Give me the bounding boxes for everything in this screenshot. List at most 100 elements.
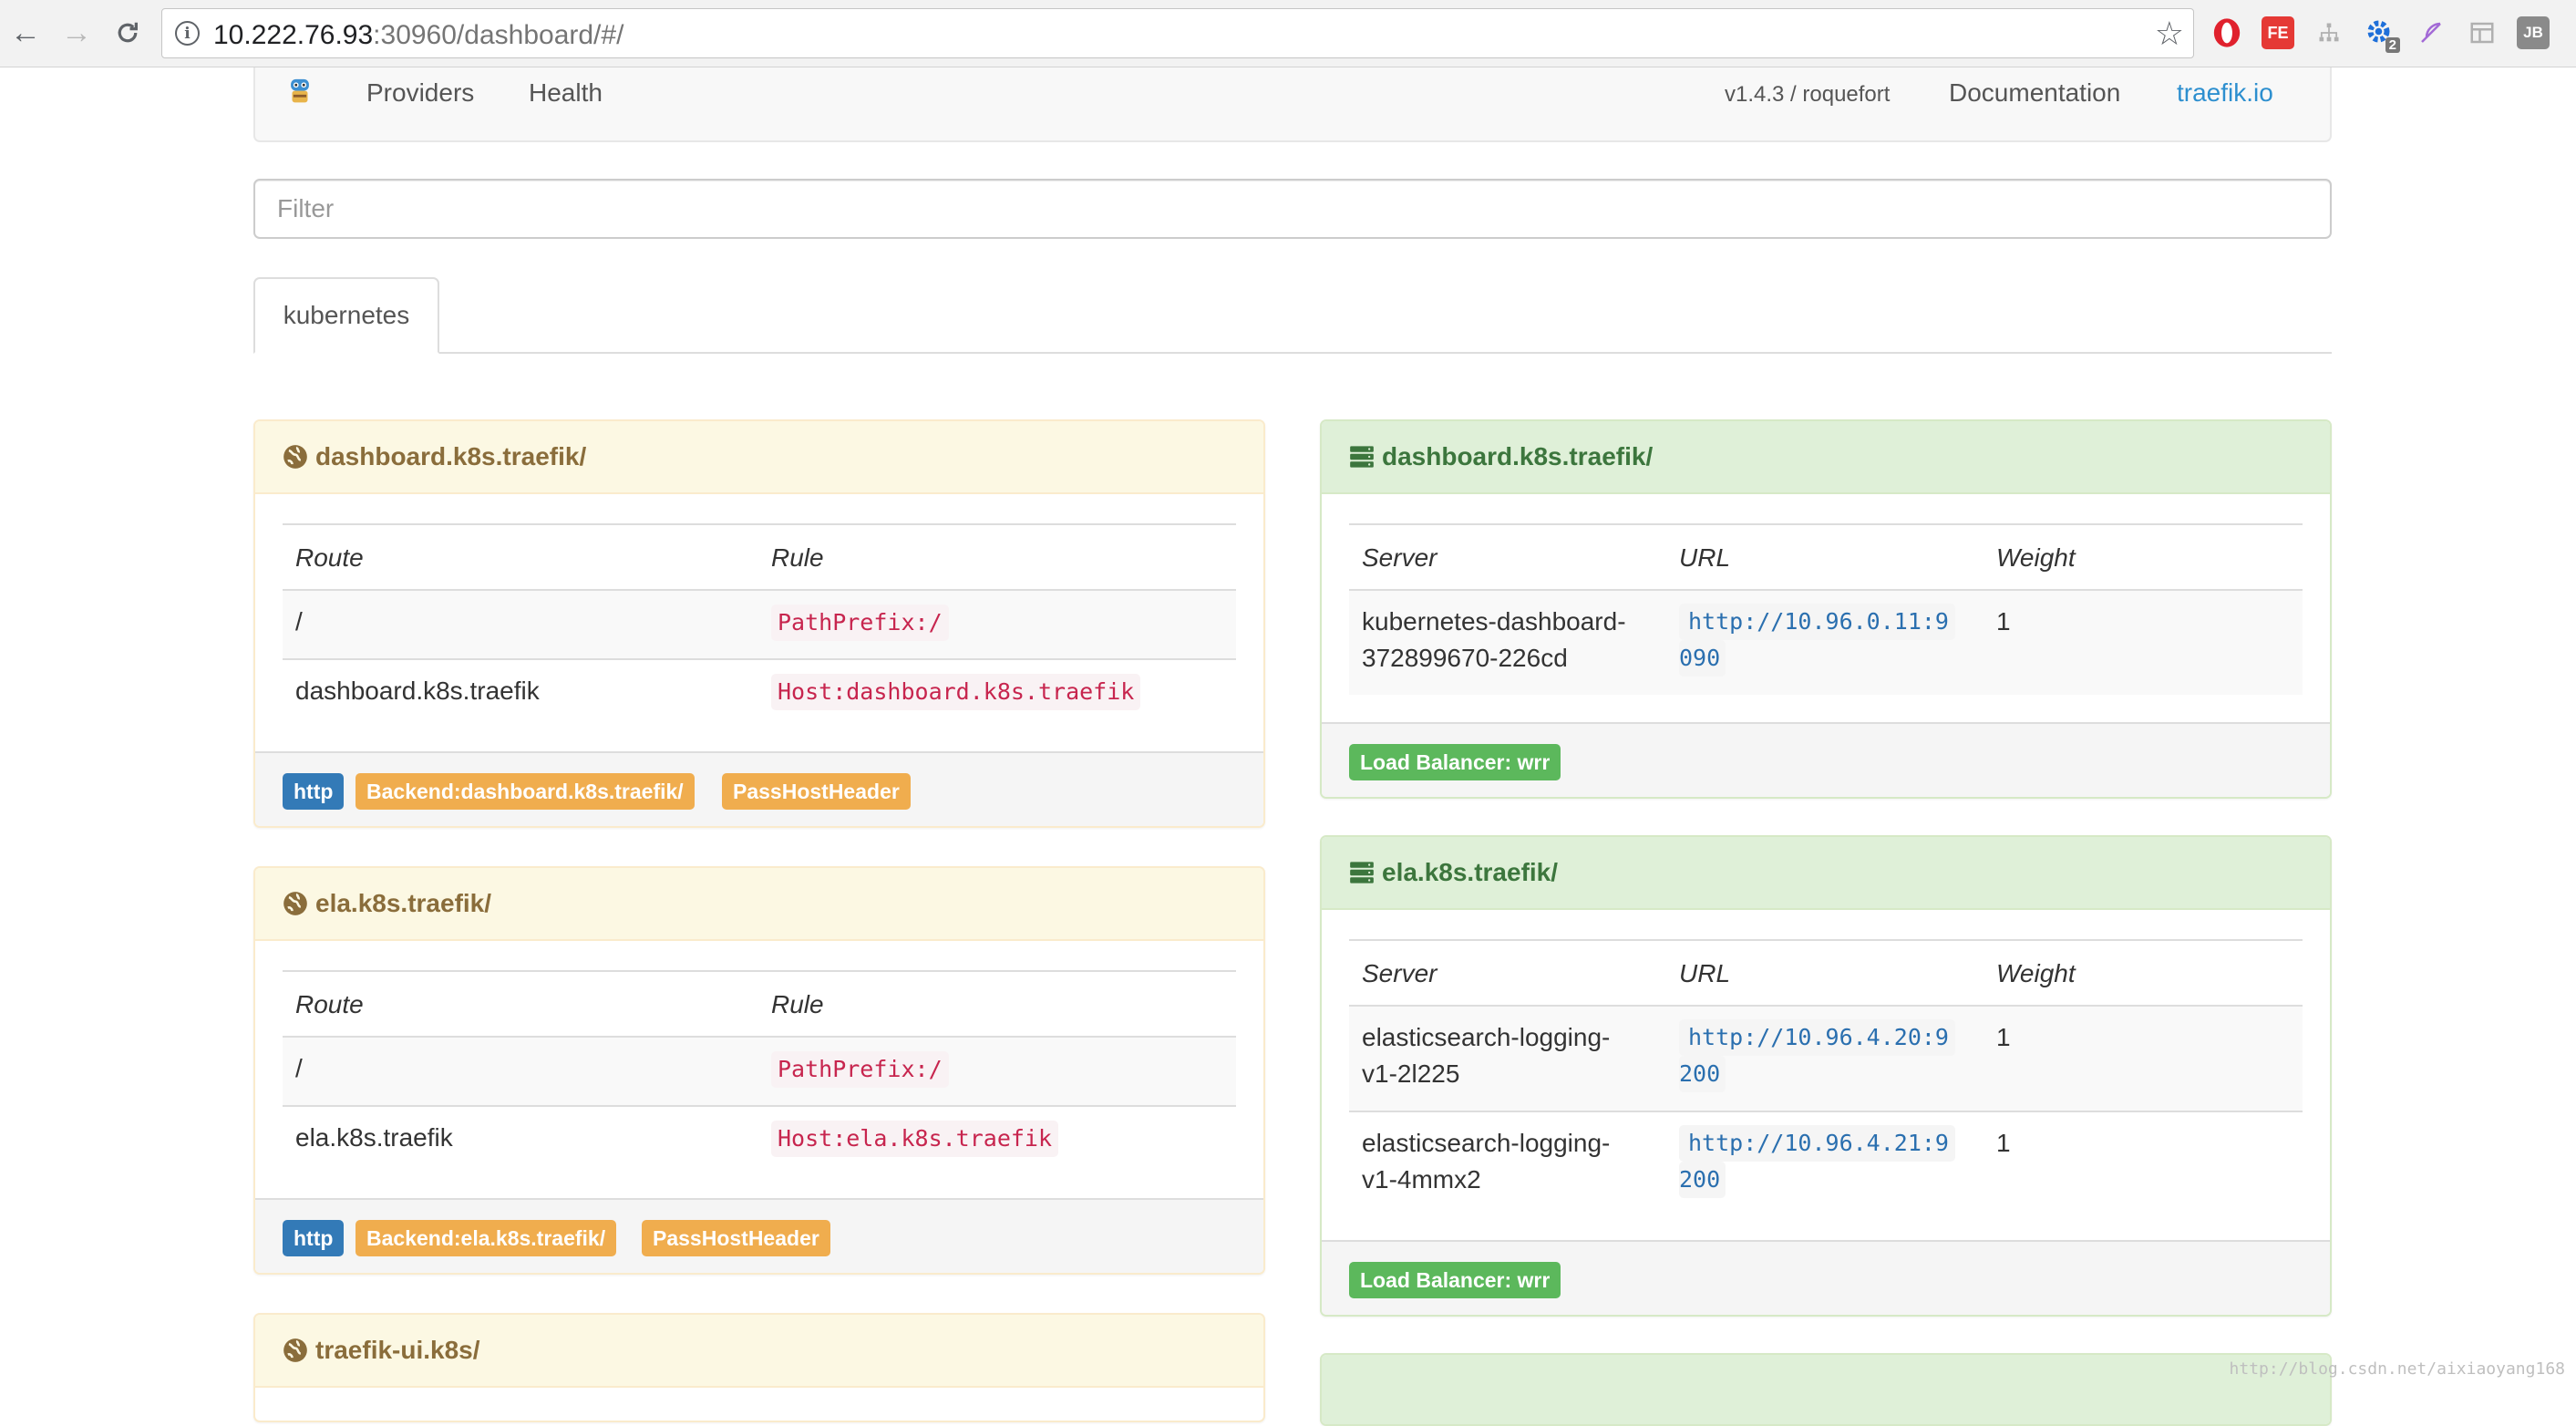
frontend-title: dashboard.k8s.traefik/ <box>315 442 586 471</box>
traefik-logo-icon[interactable] <box>286 77 314 108</box>
gear-badge-icon[interactable]: 2 <box>2364 16 2396 49</box>
opera-icon[interactable] <box>2210 16 2243 49</box>
table-row: / PathPrefix:/ <box>283 1038 1236 1105</box>
column-header-rule: Rule <box>771 972 824 1023</box>
frontend-header: ela.k8s.traefik/ <box>255 868 1263 941</box>
column-header-url: URL <box>1679 941 1730 992</box>
column-header-server: Server <box>1362 525 1437 576</box>
load-balancer-label: Load Balancer: wrr <box>1349 1262 1561 1298</box>
globe-icon <box>283 891 308 916</box>
servers-table: Server URL Weight elasticsearch-logging-… <box>1349 939 2303 1214</box>
column-header-weight: Weight <box>1996 941 2076 992</box>
server-weight: 1 <box>1996 1112 2011 1162</box>
table-row: elasticsearch-logging-v1-4mmx2 http://10… <box>1349 1111 2303 1214</box>
top-navbar: Providers Health v1.4.3 / roquefort Docu… <box>253 67 2332 142</box>
forward-arrow-icon[interactable]: → <box>57 13 97 53</box>
feather-icon[interactable] <box>2415 16 2447 49</box>
backend-panel <box>1320 1353 2332 1426</box>
address-bar[interactable]: i 10.222.76.93:30960/dashboard/#/ ☆ <box>161 8 2194 58</box>
frontend-footer: http Backend:ela.k8s.traefik/ PassHostHe… <box>255 1198 1263 1273</box>
table-header-row: Server URL Weight <box>1349 523 2303 591</box>
backend-footer: Load Balancer: wrr <box>1322 1240 2330 1315</box>
nav-documentation[interactable]: Documentation <box>1949 78 2120 108</box>
rule-value: Host:ela.k8s.traefik <box>771 1107 1058 1157</box>
server-url[interactable]: http://10.96.4.21:9200 <box>1679 1112 1955 1198</box>
route-value: / <box>295 591 303 640</box>
server-url[interactable]: http://10.96.4.20:9200 <box>1679 1007 1955 1092</box>
passhostheader-label: PassHostHeader <box>642 1220 830 1256</box>
table-row: dashboard.k8s.traefik Host:dashboard.k8s… <box>283 658 1236 726</box>
globe-icon <box>283 444 308 470</box>
rule-value: Host:dashboard.k8s.traefik <box>771 660 1140 710</box>
filter-input[interactable] <box>253 179 2332 239</box>
entrypoint-label: http <box>283 1220 344 1256</box>
table-header-row: Server URL Weight <box>1349 939 2303 1007</box>
backend-footer: Load Balancer: wrr <box>1322 722 2330 797</box>
server-name: elasticsearch-logging-v1-4mmx2 <box>1362 1112 1610 1198</box>
fe-icon[interactable]: FE <box>2262 16 2294 49</box>
column-header-weight: Weight <box>1996 525 2076 576</box>
backend-label: Backend:ela.k8s.traefik/ <box>355 1220 616 1256</box>
bookmark-star-icon[interactable]: ☆ <box>2155 15 2184 53</box>
server-name: elasticsearch-logging-v1-2l225 <box>1362 1007 1610 1092</box>
entrypoint-label: http <box>283 773 344 810</box>
extension-badge: 2 <box>2385 37 2400 53</box>
backend-panel: ela.k8s.traefik/ Server URL Weight elast… <box>1320 835 2332 1317</box>
route-value: ela.k8s.traefik <box>295 1107 453 1156</box>
reload-icon[interactable] <box>108 13 148 53</box>
jb-icon[interactable]: JB <box>2517 16 2550 49</box>
backend-label: Backend:dashboard.k8s.traefik/ <box>355 773 695 810</box>
servers-table: Server URL Weight kubernetes-dashboard-3… <box>1349 523 2303 695</box>
rule-value: PathPrefix:/ <box>771 1038 949 1088</box>
backend-header <box>1322 1355 2330 1426</box>
frontend-header: dashboard.k8s.traefik/ <box>255 421 1263 494</box>
browser-chrome: ← → i 10.222.76.93:30960/dashboard/#/ ☆ … <box>0 0 2576 67</box>
frontend-title: ela.k8s.traefik/ <box>315 889 491 918</box>
backend-title: ela.k8s.traefik/ <box>1382 858 1558 887</box>
table-header-row: Route Rule <box>283 523 1236 591</box>
info-icon[interactable]: i <box>175 21 200 46</box>
table-row: elasticsearch-logging-v1-2l225 http://10… <box>1349 1007 2303 1111</box>
column-header-url: URL <box>1679 525 1730 576</box>
panel-icon[interactable] <box>2466 16 2499 49</box>
table-row: / PathPrefix:/ <box>283 591 1236 658</box>
tab-kubernetes[interactable]: kubernetes <box>253 277 439 354</box>
nav-health[interactable]: Health <box>529 78 603 108</box>
passhostheader-label: PassHostHeader <box>722 773 911 810</box>
routes-table: Route Rule / PathPrefix:/ dashboard.k8s.… <box>283 523 1236 726</box>
frontend-title: traefik-ui.k8s/ <box>315 1336 480 1365</box>
server-url[interactable]: http://10.96.0.11:9090 <box>1679 591 1955 677</box>
back-arrow-icon[interactable]: ← <box>5 13 46 53</box>
routes-table: Route Rule / PathPrefix:/ ela.k8s.traefi… <box>283 970 1236 1173</box>
column-header-rule: Rule <box>771 525 824 576</box>
table-row: kubernetes-dashboard-372899670-226cd htt… <box>1349 591 2303 695</box>
column-header-route: Route <box>295 525 364 576</box>
frontend-panel: ela.k8s.traefik/ Route Rule / PathPrefix… <box>253 866 1265 1275</box>
column-header-route: Route <box>295 972 364 1023</box>
route-value: / <box>295 1038 303 1087</box>
route-value: dashboard.k8s.traefik <box>295 660 540 709</box>
version-text: v1.4.3 / roquefort <box>1725 82 1890 108</box>
frontend-panel: traefik-ui.k8s/ <box>253 1313 1265 1422</box>
table-row: ela.k8s.traefik Host:ela.k8s.traefik <box>283 1105 1236 1173</box>
address-url[interactable]: 10.222.76.93:30960/dashboard/#/ <box>213 20 623 51</box>
server-stack-icon <box>1349 445 1375 469</box>
table-header-row: Route Rule <box>283 970 1236 1038</box>
sitemap-icon[interactable] <box>2313 16 2345 49</box>
backend-panel: dashboard.k8s.traefik/ Server URL Weight… <box>1320 419 2332 799</box>
nav-providers[interactable]: Providers <box>366 78 474 108</box>
tabs-divider <box>253 352 2332 354</box>
backend-title: dashboard.k8s.traefik/ <box>1382 442 1653 471</box>
server-stack-icon <box>1349 861 1375 884</box>
server-name: kubernetes-dashboard-372899670-226cd <box>1362 591 1626 677</box>
nav-traefik-io-link[interactable]: traefik.io <box>2177 78 2273 108</box>
load-balancer-label: Load Balancer: wrr <box>1349 744 1561 780</box>
frontend-panel: dashboard.k8s.traefik/ Route Rule / Path… <box>253 419 1265 828</box>
frontend-footer: http Backend:dashboard.k8s.traefik/ Pass… <box>255 751 1263 826</box>
server-weight: 1 <box>1996 591 2011 640</box>
backend-header: dashboard.k8s.traefik/ <box>1322 421 2330 494</box>
backend-header: ela.k8s.traefik/ <box>1322 837 2330 910</box>
rule-value: PathPrefix:/ <box>771 591 949 641</box>
frontend-header: traefik-ui.k8s/ <box>255 1315 1263 1388</box>
server-weight: 1 <box>1996 1007 2011 1056</box>
